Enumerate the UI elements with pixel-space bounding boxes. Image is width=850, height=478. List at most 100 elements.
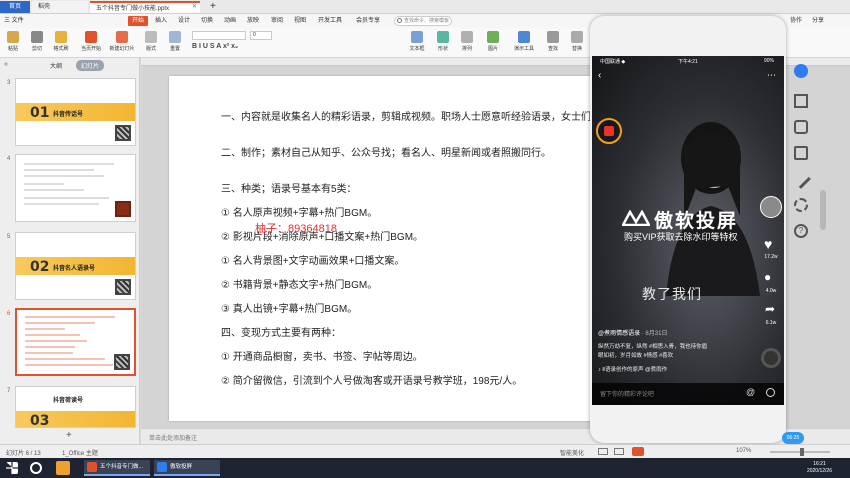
brand-subtitle: 购买VIP获取去除水印等特权 bbox=[624, 232, 738, 242]
command-search-input[interactable]: 查找命令、搜索模板 bbox=[394, 16, 452, 26]
menu-view[interactable]: 视图 bbox=[294, 16, 306, 26]
presentation-tools-button[interactable]: 演示工具 bbox=[510, 30, 538, 56]
close-tab-icon[interactable]: ✕ bbox=[192, 1, 197, 13]
layout-button[interactable]: 版式 bbox=[140, 30, 162, 56]
menu-start[interactable]: 开始 bbox=[128, 16, 149, 26]
menu-insert[interactable]: 插入 bbox=[155, 16, 167, 26]
like-icon[interactable]: ♥ bbox=[764, 236, 772, 252]
menu-review[interactable]: 审阅 bbox=[271, 16, 283, 26]
format-painter-button[interactable]: 格式刷 bbox=[50, 30, 72, 56]
font-size-select[interactable]: 0 bbox=[250, 31, 272, 40]
tab-current-file[interactable]: 五个抖音专门做小技能.pptx bbox=[90, 1, 200, 13]
reset-button[interactable]: 重置 bbox=[164, 30, 186, 56]
back-arrow-icon[interactable]: ‹ bbox=[598, 70, 601, 81]
picture-button[interactable]: 图片 bbox=[482, 30, 504, 56]
menu-slideshow[interactable]: 放映 bbox=[247, 16, 259, 26]
thumb-title: 抖音名人语录号 bbox=[53, 266, 96, 272]
menu-file[interactable]: 三 文件 bbox=[4, 16, 24, 26]
media-player-icon[interactable] bbox=[56, 461, 70, 475]
cut-button[interactable]: 剪切 bbox=[26, 30, 48, 56]
system-clock[interactable]: 16:21 2020/12/26 bbox=[807, 461, 832, 475]
new-slide-button[interactable]: 新建幻灯片 bbox=[108, 30, 136, 56]
search-placeholder: 查找命令、搜索模板 bbox=[404, 18, 450, 24]
help-icon[interactable]: ? bbox=[794, 224, 808, 238]
taskbar-app-mirror[interactable]: 傲软投屏 bbox=[154, 460, 220, 476]
slide-thumbnail[interactable]: 02 抖音名人语录号 bbox=[15, 232, 136, 300]
menu-animation[interactable]: 动画 bbox=[224, 16, 236, 26]
screenshot-icon[interactable] bbox=[794, 120, 808, 134]
tab-home[interactable]: 首页 bbox=[0, 1, 30, 13]
windows-start-icon[interactable] bbox=[6, 462, 18, 474]
textbox-button[interactable]: 文本框 bbox=[404, 30, 430, 56]
taskbar-app-wps[interactable]: 五个抖音专门做... bbox=[84, 460, 150, 476]
arrange-button[interactable]: 排列 bbox=[456, 30, 478, 56]
tab-slides[interactable]: 幻灯片 bbox=[76, 60, 105, 71]
normal-view-icon[interactable] bbox=[598, 448, 608, 455]
new-tab-icon[interactable]: + bbox=[204, 1, 218, 13]
comment-bar: 留下你的精彩评论吧 @ bbox=[592, 383, 784, 405]
search-icon[interactable] bbox=[30, 462, 42, 474]
vertical-scrollbar[interactable] bbox=[820, 190, 826, 230]
menu-collaborate[interactable]: 协作 bbox=[790, 16, 802, 26]
play-slideshow-icon[interactable] bbox=[632, 447, 644, 456]
menu-member[interactable]: 会员专享 bbox=[356, 16, 380, 26]
creator-avatar[interactable] bbox=[760, 196, 782, 218]
find-button[interactable]: 查找 bbox=[542, 30, 564, 56]
tab-docer[interactable]: 稻壳 bbox=[32, 1, 88, 13]
reset-label: 重置 bbox=[169, 46, 180, 52]
emoji-icon[interactable] bbox=[766, 388, 775, 397]
recording-timer: 06:25 bbox=[782, 432, 804, 444]
thumb-text-line bbox=[24, 203, 99, 205]
slide-position: 幻灯片 6 / 13 bbox=[6, 451, 41, 457]
share-icon[interactable]: ➦ bbox=[765, 302, 775, 316]
thumb-text-line bbox=[25, 346, 75, 348]
replace-label: 替换 bbox=[571, 46, 582, 52]
brush-icon[interactable] bbox=[791, 169, 811, 189]
collapse-pane-icon[interactable]: « bbox=[4, 61, 8, 68]
picture-label: 图片 bbox=[487, 46, 498, 52]
paste-button[interactable]: 粘贴 bbox=[2, 30, 24, 56]
slide-thumbnail[interactable]: 01 抖音传话号 bbox=[15, 78, 136, 146]
menu-transition[interactable]: 切换 bbox=[201, 16, 213, 26]
menu-developer[interactable]: 开发工具 bbox=[318, 16, 342, 26]
format-glyphs[interactable]: B I U S A x² x₂ bbox=[192, 43, 238, 50]
qr-code-image bbox=[114, 354, 130, 370]
font-name-select[interactable] bbox=[192, 31, 246, 40]
zoom-level[interactable]: 107% bbox=[736, 448, 751, 454]
replace-icon bbox=[571, 31, 583, 43]
share-count: 6.1w bbox=[765, 320, 777, 326]
music-disc-icon[interactable] bbox=[761, 348, 781, 368]
add-slide-icon[interactable]: + bbox=[66, 430, 72, 441]
cut-label: 剪切 bbox=[31, 46, 42, 52]
qr-code-image bbox=[115, 201, 131, 217]
record-icon[interactable] bbox=[794, 146, 808, 160]
comment-icon[interactable]: ● bbox=[764, 270, 771, 284]
slide-thumbnail[interactable]: 03 抖音荷读号 bbox=[15, 386, 136, 428]
slide-thumbnail-selected[interactable] bbox=[15, 308, 136, 376]
slide-thumbnail[interactable] bbox=[15, 154, 136, 222]
author-line[interactable]: @煮雨情感语录 · 8月31日 bbox=[598, 328, 667, 337]
replace-button[interactable]: 替换 bbox=[566, 30, 588, 56]
mention-icon[interactable]: @ bbox=[746, 387, 755, 397]
red-packet-badge[interactable] bbox=[596, 118, 622, 144]
current-slide[interactable]: 一、内容就是收集名人的精彩语录，剪辑成视频。职场人士愿意听经验语录，女士们 二、… bbox=[169, 76, 601, 421]
from-current-button[interactable]: 当页开始 bbox=[78, 30, 104, 56]
sorter-view-icon[interactable] bbox=[614, 448, 624, 455]
shape-button[interactable]: 形状 bbox=[432, 30, 454, 56]
zoom-slider-thumb[interactable] bbox=[800, 448, 804, 456]
thumb-text-line bbox=[24, 175, 104, 177]
user-icon[interactable] bbox=[794, 64, 808, 78]
menu-share[interactable]: 分享 bbox=[812, 16, 824, 26]
menu-design[interactable]: 设计 bbox=[178, 16, 190, 26]
brush-icon bbox=[55, 31, 67, 43]
phone-screen[interactable]: 中国联通 ◆ 下午4:21 90% ‹ ⋯ 傲软投屏 购买VIP获取去除水印等特… bbox=[592, 56, 784, 405]
carrier-label: 中国联通 ◆ bbox=[600, 59, 626, 65]
comment-input[interactable]: 留下你的精彩评论吧 bbox=[600, 389, 654, 398]
gear-icon[interactable] bbox=[794, 198, 808, 212]
music-credit[interactable]: ♪ Ⅱ语录创作的原声 @煮雨作 bbox=[598, 365, 667, 373]
new-slide-icon bbox=[116, 31, 128, 43]
tab-outline[interactable]: 大纲 bbox=[50, 61, 62, 70]
fullscreen-icon[interactable] bbox=[794, 94, 808, 108]
smart-beautify-button[interactable]: 智能美化 bbox=[560, 448, 584, 457]
more-icon[interactable]: ⋯ bbox=[767, 70, 776, 81]
